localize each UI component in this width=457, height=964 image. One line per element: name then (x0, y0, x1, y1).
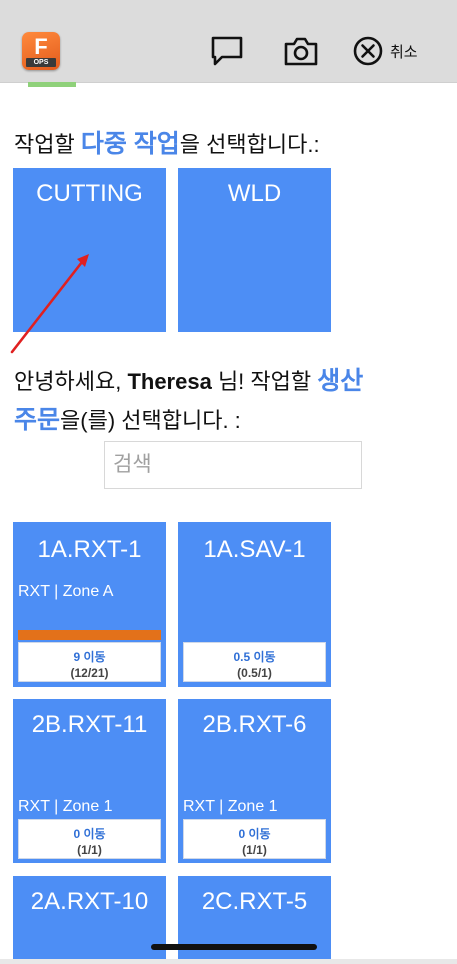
greeting-text-end: 을(를) 선택합니다. : (60, 408, 241, 433)
chat-bubble-icon[interactable] (209, 34, 245, 68)
app-logo: F OPS (22, 32, 60, 70)
app-logo-badge: OPS (26, 58, 56, 67)
order-tile-subtitle: RXT | Zone 1 (183, 798, 278, 815)
bottom-edge (0, 959, 457, 964)
greeting-text: 안녕하세요, (14, 369, 128, 394)
order-tile[interactable]: 1A.SAV-1 0.5 이동 (0.5/1) (178, 522, 331, 687)
order-tile-title: 1A.SAV-1 (203, 536, 306, 563)
order-tile[interactable]: 2A.RXT-10 (13, 876, 166, 964)
prompt-text: 작업할 (14, 132, 81, 157)
order-status-box: 9 이동 (12/21) (18, 642, 161, 682)
greeting-text-mid: 님! 작업할 (211, 369, 318, 394)
order-status-box: 0 이동 (1/1) (183, 819, 326, 859)
job-tile-label: WLD (227, 180, 282, 207)
order-prompt: 안녕하세요, Theresa 님! 작업할 생산주문을(를) 선택합니다. : (14, 362, 444, 440)
order-tile-title: 1A.RXT-1 (37, 536, 142, 563)
order-moves: 0 이동 (73, 827, 106, 841)
user-name: Theresa (127, 369, 212, 394)
job-tile-wld[interactable]: WLD (178, 168, 331, 332)
cancel-label: 취소 (390, 43, 418, 61)
order-tile[interactable]: 2B.RXT-6 RXT | Zone 1 0 이동 (1/1) (178, 699, 331, 863)
order-tile[interactable]: 2B.RXT-11 RXT | Zone 1 0 이동 (1/1) (13, 699, 166, 863)
prompt-accent: 다중 작업 (80, 130, 180, 158)
order-count: (1/1) (242, 843, 267, 857)
order-moves: 0 이동 (238, 827, 271, 841)
camera-icon[interactable] (283, 34, 319, 68)
greeting-accent-2: 주문 (14, 406, 61, 434)
order-count: (0.5/1) (237, 666, 272, 680)
job-tile-label: CUTTING (36, 180, 143, 207)
prompt-text-end: 을 선택합니다.: (179, 132, 320, 157)
order-tile-title: 2A.RXT-10 (30, 888, 149, 915)
green-indicator-strip (28, 82, 76, 87)
order-moves: 9 이동 (73, 650, 106, 664)
order-status-box: 0.5 이동 (0.5/1) (183, 642, 326, 682)
multi-job-prompt: 작업할 다중 작업을 선택합니다.: (14, 124, 320, 160)
order-tile-title: 2C.RXT-5 (201, 888, 308, 915)
app-logo-letter: F (34, 34, 48, 59)
search-input[interactable] (104, 441, 362, 489)
order-status-box: 0 이동 (1/1) (18, 819, 161, 859)
order-count: (1/1) (77, 843, 102, 857)
close-circle-icon (353, 36, 383, 66)
order-tile-title: 2B.RXT-6 (202, 711, 307, 738)
cancel-button[interactable]: 취소 (352, 34, 418, 68)
greeting-accent-1: 생산 (317, 367, 364, 395)
order-tile[interactable]: 2C.RXT-5 (178, 876, 331, 964)
order-tile-title: 2B.RXT-11 (31, 711, 148, 738)
order-tile-subtitle: RXT | Zone A (18, 583, 114, 600)
order-count: (12/21) (70, 666, 109, 680)
order-progress-bar (18, 630, 161, 640)
annotation-arrow (10, 254, 89, 354)
order-tile[interactable]: 1A.RXT-1 RXT | Zone A 9 이동 (12/21) (13, 522, 166, 687)
order-tile-subtitle: RXT | Zone 1 (18, 798, 113, 815)
home-indicator[interactable] (151, 944, 317, 950)
order-moves: 0.5 이동 (233, 650, 276, 664)
